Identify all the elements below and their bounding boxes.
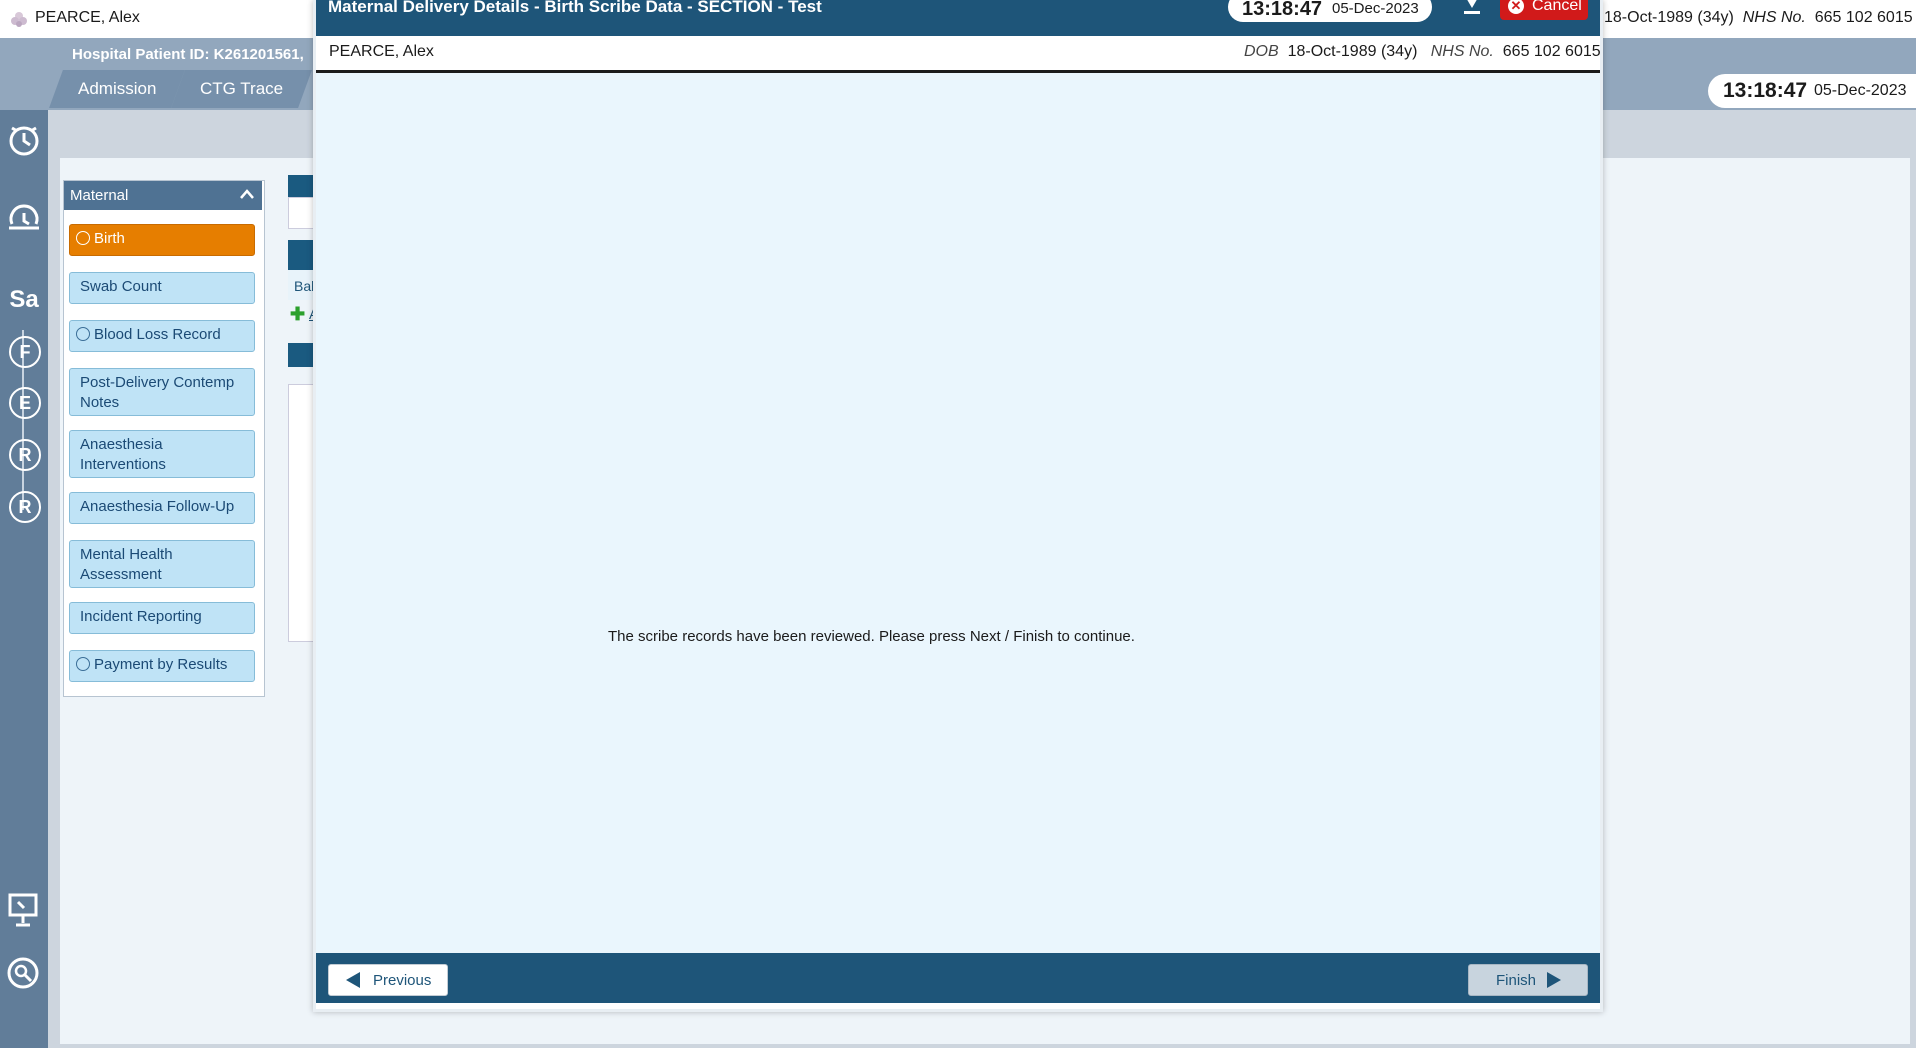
radio-icon xyxy=(76,327,90,341)
dob-value: 18-Oct-1989 (34y) xyxy=(1287,43,1418,60)
nhs-value: 665 102 6015 xyxy=(1502,43,1601,60)
tab-ctg-trace[interactable]: CTG Trace xyxy=(171,70,313,108)
modal-body xyxy=(316,73,1600,953)
patient-summary: 18-Oct-1989 (34y) NHS No. 665 102 6015 xyxy=(1604,9,1913,27)
rail-item-r1[interactable]: R xyxy=(9,439,41,471)
hospital-id: Hospital Patient ID: K261201561, ED xyxy=(72,46,333,63)
sidebar-item-blood-loss[interactable]: Blood Loss Record xyxy=(69,320,255,352)
modal-clock: 13:18:47 05-Dec-2023 xyxy=(1228,0,1432,22)
finish-button[interactable]: Finish xyxy=(1468,964,1588,996)
modal-footer xyxy=(316,953,1600,1003)
radio-icon xyxy=(76,657,90,671)
sidebar-item-mental-health[interactable]: Mental Health Assessment xyxy=(69,540,255,588)
nhs-value: 665 102 6015 xyxy=(1814,9,1913,26)
dob-value: 18-Oct-1989 (34y) xyxy=(1604,9,1734,26)
download-icon[interactable] xyxy=(1462,0,1482,16)
sidebar-item-anaesthesia-follow-up[interactable]: Anaesthesia Follow-Up xyxy=(69,492,255,524)
sidebar-heading[interactable]: Maternal xyxy=(64,181,262,210)
review-message: The scribe records have been reviewed. P… xyxy=(608,628,1135,645)
sidebar-item-swab-count[interactable]: Swab Count xyxy=(69,272,255,304)
previous-label: Previous xyxy=(373,972,432,989)
sidebar-item-incident-reporting[interactable]: Incident Reporting xyxy=(69,602,255,634)
previous-button[interactable]: Previous xyxy=(328,964,448,996)
modal-title: Maternal Delivery Details - Birth Scribe… xyxy=(328,0,822,16)
chevron-up-icon[interactable] xyxy=(240,189,254,199)
sidebar-heading-label: Maternal xyxy=(70,187,129,204)
modal-clock-time: 13:18:47 xyxy=(1242,0,1323,20)
clock-time: 13:18:47 xyxy=(1723,79,1808,102)
rail-item-sa[interactable]: Sa xyxy=(4,280,44,320)
sidebar-item-anaesthesia-interventions[interactable]: Anaesthesia Interventions xyxy=(69,430,255,478)
search-icon[interactable] xyxy=(6,956,40,990)
sidebar-item-payment-by-results[interactable]: Payment by Results xyxy=(69,650,255,682)
peek-label: Bab xyxy=(288,270,319,300)
patient-name: PEARCE, Alex xyxy=(35,9,140,26)
modal-patient-bar: PEARCE, Alex DOB 18-Oct-1989 (34y) NHS N… xyxy=(316,36,1601,73)
header-clock: 13:18:47 05-Dec-2023 xyxy=(1708,74,1916,108)
rail-item-r2[interactable]: R xyxy=(9,491,41,523)
presentation-icon[interactable] xyxy=(7,892,39,928)
cancel-button[interactable]: ✕ Cancel xyxy=(1500,0,1588,20)
clock-icon[interactable] xyxy=(6,122,42,158)
rail-item-f[interactable]: F xyxy=(9,336,41,368)
tab-admission[interactable]: Admission xyxy=(49,70,186,108)
close-icon: ✕ xyxy=(1508,0,1524,14)
radio-icon xyxy=(76,231,90,245)
nhs-label: NHS No. xyxy=(1742,9,1806,26)
clock-date: 05-Dec-2023 xyxy=(1814,82,1907,99)
dob-label: DOB xyxy=(1244,43,1279,60)
nhs-label: NHS No. xyxy=(1430,43,1494,60)
modal-patient-summary: DOB 18-Oct-1989 (34y) NHS No. 665 102 60… xyxy=(1244,43,1601,61)
sidebar-item-birth[interactable]: Birth xyxy=(69,224,255,256)
sidebar-item-post-delivery[interactable]: Post-Delivery Contemp Notes xyxy=(69,368,255,416)
finish-label: Finish xyxy=(1496,972,1537,989)
arrow-right-icon xyxy=(1547,972,1561,988)
modal-clock-date: 05-Dec-2023 xyxy=(1332,0,1419,17)
arrow-left-icon xyxy=(346,972,360,988)
add-icon[interactable]: ✚ xyxy=(290,305,306,323)
cancel-label: Cancel xyxy=(1532,0,1582,14)
app-logo-icon xyxy=(11,12,27,27)
history-icon[interactable] xyxy=(6,202,42,238)
rail-item-e[interactable]: E xyxy=(9,387,41,419)
modal-patient-name: PEARCE, Alex xyxy=(329,43,434,60)
